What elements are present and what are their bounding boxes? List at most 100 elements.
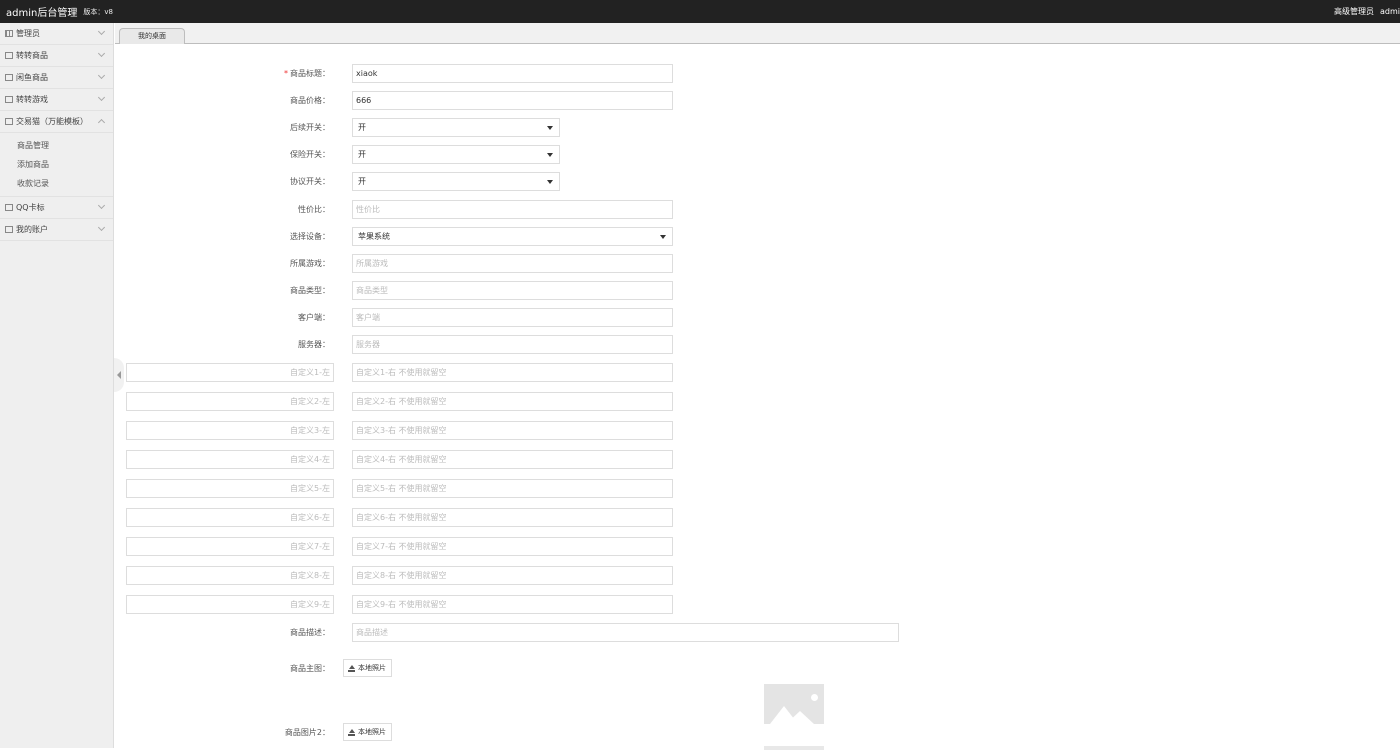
custom-right-input[interactable]: 自定义7-右 不使用就留空 bbox=[352, 537, 673, 556]
custom-right-input[interactable]: 自定义6-右 不使用就留空 bbox=[352, 508, 673, 527]
user-role: 高级管理员 bbox=[1334, 7, 1374, 16]
sidebar-item-label: 交易猫（万能模板） bbox=[16, 117, 88, 126]
chevron-down-icon bbox=[97, 223, 106, 232]
lock-icon bbox=[5, 52, 13, 59]
form-row-custom: 自定义6-左 自定义6-右 不使用就留空 bbox=[115, 508, 1400, 527]
custom-left-input[interactable]: 自定义3-左 bbox=[126, 421, 334, 440]
title-label: * 商品标题： bbox=[284, 64, 330, 83]
client-input[interactable]: 客户端 bbox=[352, 308, 673, 327]
insurance-select[interactable]: 开 bbox=[352, 145, 560, 164]
custom-left-input[interactable]: 自定义2-左 bbox=[126, 392, 334, 411]
custom-left-input[interactable]: 自定义1-左 bbox=[126, 363, 334, 382]
custom-right-input[interactable]: 自定义5-右 不使用就留空 bbox=[352, 479, 673, 498]
custom-left-input[interactable]: 自定义9-左 bbox=[126, 595, 334, 614]
followup-select[interactable]: 开 bbox=[352, 118, 560, 137]
server-input[interactable]: 服务器 bbox=[352, 335, 673, 354]
form-row-server: 服务器： 服务器 bbox=[115, 335, 1400, 354]
chevron-down-icon bbox=[97, 201, 106, 210]
main-image-label: 商品主图： bbox=[290, 664, 330, 673]
sidebar-item-my-account[interactable]: 我的账户 bbox=[0, 219, 113, 241]
followup-label: 后续开关： bbox=[290, 123, 330, 132]
game-input[interactable]: 所属游戏 bbox=[352, 254, 673, 273]
form-row-custom: 自定义4-左 自定义4-右 不使用就留空 bbox=[115, 450, 1400, 469]
custom-left-input[interactable]: 自定义4-左 bbox=[126, 450, 334, 469]
sidebar-item-qq-card[interactable]: QQ卡标 bbox=[0, 197, 113, 219]
dropdown-arrow-icon bbox=[547, 153, 553, 157]
device-label: 选择设备： bbox=[290, 232, 330, 241]
sidebar-item-label: QQ卡标 bbox=[16, 203, 45, 212]
insurance-label: 保险开关： bbox=[290, 150, 330, 159]
tab-my-desktop[interactable]: 我的桌面 bbox=[119, 28, 185, 44]
form-row-type: 商品类型： 商品类型 bbox=[115, 281, 1400, 300]
form-row-image2: 商品图片2： 本地照片 bbox=[115, 723, 1400, 742]
custom-right-input[interactable]: 自定义4-右 不使用就留空 bbox=[352, 450, 673, 469]
sidebar-subitem-goods-manage[interactable]: 商品管理 bbox=[0, 136, 113, 155]
form-row-device: 选择设备： 苹果系统 bbox=[115, 227, 1400, 246]
sidebar-item-admin[interactable]: 管理员 bbox=[0, 23, 113, 45]
form-row-custom: 自定义2-左 自定义2-右 不使用就留空 bbox=[115, 392, 1400, 411]
custom-right-input[interactable]: 自定义2-右 不使用就留空 bbox=[352, 392, 673, 411]
price-input[interactable]: 666 bbox=[352, 91, 673, 110]
sidebar-subitem-add-goods[interactable]: 添加商品 bbox=[0, 155, 113, 174]
description-input[interactable]: 商品描述 bbox=[352, 623, 899, 642]
form-row-custom: 自定义8-左 自定义8-右 不使用就留空 bbox=[115, 566, 1400, 585]
sidebar-item-zhuanzhuan-goods[interactable]: 转转商品 bbox=[0, 45, 113, 67]
submenu-jiaoyimao: 商品管理 添加商品 收款记录 bbox=[0, 133, 113, 197]
type-label: 商品类型： bbox=[290, 286, 330, 295]
sidebar-item-label: 闲鱼商品 bbox=[16, 73, 48, 82]
type-input[interactable]: 商品类型 bbox=[352, 281, 673, 300]
upload-icon bbox=[348, 728, 355, 736]
custom-right-input[interactable]: 自定义8-右 不使用就留空 bbox=[352, 566, 673, 585]
custom-left-input[interactable]: 自定义7-左 bbox=[126, 537, 334, 556]
form-row-title: * 商品标题： xiaok bbox=[115, 64, 1400, 83]
chevron-up-icon bbox=[97, 118, 106, 127]
custom-right-input[interactable]: 自定义3-右 不使用就留空 bbox=[352, 421, 673, 440]
upload-image2-button[interactable]: 本地照片 bbox=[343, 723, 392, 741]
upload-icon bbox=[348, 664, 355, 672]
sidebar-item-jiaoyimao[interactable]: 交易猫（万能模板） bbox=[0, 111, 113, 133]
dropdown-arrow-icon bbox=[547, 180, 553, 184]
image-placeholder-icon bbox=[764, 746, 824, 750]
chevron-down-icon bbox=[97, 27, 106, 36]
required-marker: * bbox=[284, 69, 288, 78]
custom-right-input[interactable]: 自定义9-右 不使用就留空 bbox=[352, 595, 673, 614]
dropdown-arrow-icon bbox=[660, 235, 666, 239]
custom-left-input[interactable]: 自定义5-左 bbox=[126, 479, 334, 498]
grid-icon bbox=[5, 30, 13, 37]
form-row-insurance: 保险开关： 开 bbox=[115, 145, 1400, 164]
description-label: 商品描述： bbox=[290, 628, 330, 637]
sidebar-item-label: 转转游戏 bbox=[16, 95, 48, 104]
sidebar-subitem-payment-records[interactable]: 收款记录 bbox=[0, 174, 113, 193]
user-name[interactable]: admi bbox=[1380, 7, 1400, 16]
top-bar: admin后台管理 版本：v8 高级管理员 admi bbox=[0, 0, 1400, 23]
chevron-down-icon bbox=[97, 49, 106, 58]
upload-main-image-button[interactable]: 本地照片 bbox=[343, 659, 392, 677]
sidebar-item-label: 我的账户 bbox=[16, 225, 48, 234]
price-label: 商品价格： bbox=[290, 96, 330, 105]
app-title: admin后台管理 bbox=[6, 8, 78, 19]
custom-right-input[interactable]: 自定义1-右 不使用就留空 bbox=[352, 363, 673, 382]
user-area[interactable]: 高级管理员 admi bbox=[1328, 0, 1400, 23]
lock-icon bbox=[5, 204, 13, 211]
form-row-client: 客户端： 客户端 bbox=[115, 308, 1400, 327]
form-row-followup: 后续开关： 开 bbox=[115, 118, 1400, 137]
custom-left-input[interactable]: 自定义8-左 bbox=[126, 566, 334, 585]
title-input[interactable]: xiaok bbox=[352, 64, 673, 83]
version-label: 版本：v8 bbox=[83, 7, 113, 16]
form-row-game: 所属游戏： 所属游戏 bbox=[115, 254, 1400, 273]
chevron-down-icon bbox=[97, 93, 106, 102]
agreement-label: 协议开关： bbox=[290, 177, 330, 186]
form-row-custom: 自定义7-左 自定义7-右 不使用就留空 bbox=[115, 537, 1400, 556]
lock-icon bbox=[5, 118, 13, 125]
lock-icon bbox=[5, 226, 13, 233]
device-select[interactable]: 苹果系统 bbox=[352, 227, 673, 246]
agreement-select[interactable]: 开 bbox=[352, 172, 560, 191]
form-row-custom: 自定义5-左 自定义5-右 不使用就留空 bbox=[115, 479, 1400, 498]
ratio-input[interactable]: 性价比 bbox=[352, 200, 673, 219]
form-row-custom: 自定义1-左 自定义1-右 不使用就留空 bbox=[115, 363, 1400, 382]
sidebar-item-zhuanzhuan-games[interactable]: 转转游戏 bbox=[0, 89, 113, 111]
custom-left-input[interactable]: 自定义6-左 bbox=[126, 508, 334, 527]
server-label: 服务器： bbox=[298, 340, 330, 349]
sidebar-item-xianyu-goods[interactable]: 闲鱼商品 bbox=[0, 67, 113, 89]
agreement-select-value: 开 bbox=[358, 177, 366, 186]
